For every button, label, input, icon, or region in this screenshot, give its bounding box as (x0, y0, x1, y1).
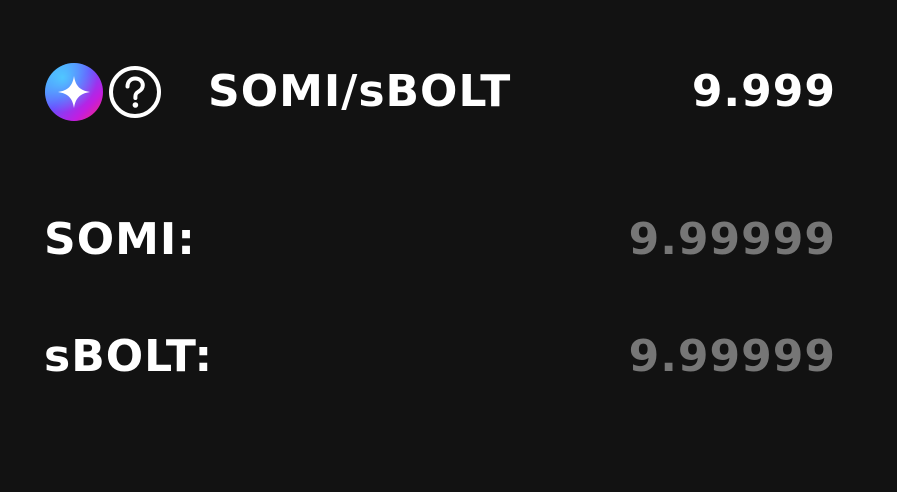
pair-panel: SOMI/sBOLT 9.999 SOMI: 9.99999 sBOLT: 9.… (0, 0, 897, 492)
question-circle-icon[interactable] (108, 65, 162, 119)
balance-label: sBOLT: (44, 330, 214, 382)
pair-name: SOMI/sBOLT (208, 66, 512, 117)
somi-token-logo-icon (45, 63, 103, 121)
pair-value: 9.999 (691, 66, 836, 117)
pair-icons (44, 62, 208, 122)
balance-row-sbolt: sBOLT: 9.99999 (44, 326, 836, 386)
balance-value: 9.99999 (628, 213, 836, 265)
balance-value: 9.99999 (628, 330, 836, 382)
balance-label: SOMI: (44, 213, 196, 265)
balance-row-somi: SOMI: 9.99999 (44, 209, 836, 269)
pair-header[interactable]: SOMI/sBOLT 9.999 (44, 60, 836, 124)
